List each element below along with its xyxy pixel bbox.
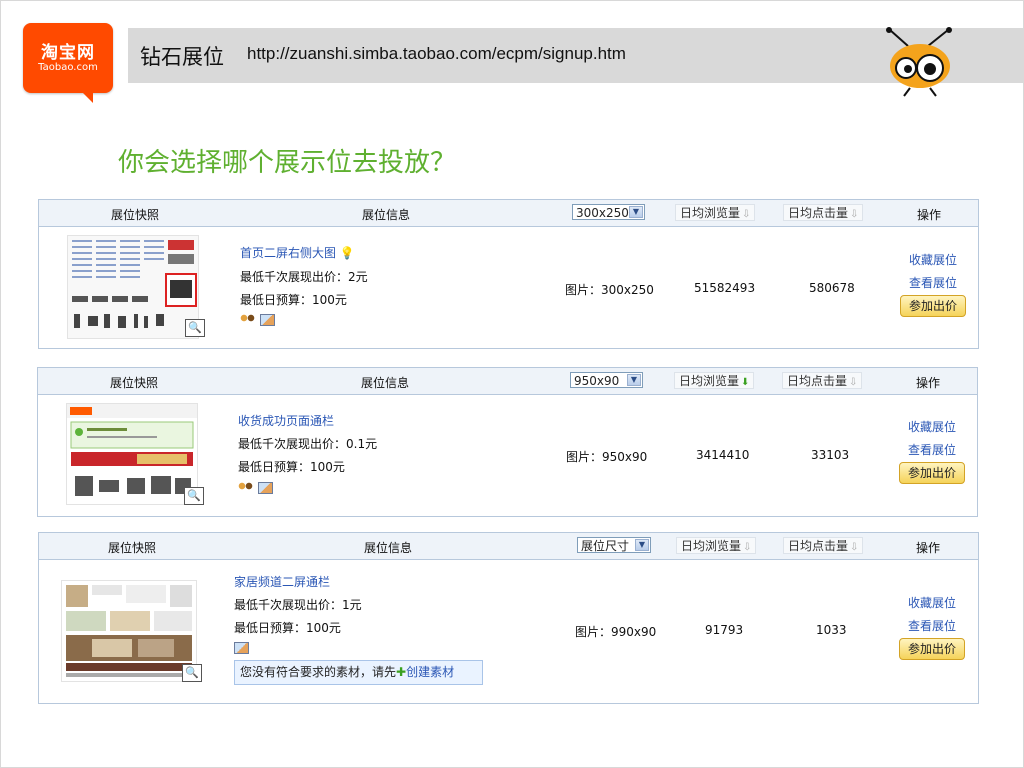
size-select[interactable]: 950x90 ▼ [570,372,643,388]
snapshot-image [67,404,197,504]
slot-title-link[interactable]: 家居频道二屏通栏 [234,573,330,590]
zoom-icon[interactable]: 🔍 [184,487,204,505]
panel-header: 展位快照 展位信息 展位尺寸 ▼ 日均浏览量 ⇩ 日均点击量 ⇩ 操作 [39,533,978,560]
hint-text: 您没有符合要求的素材，请先 [240,665,397,679]
people-icon[interactable] [240,313,255,326]
image-icon[interactable] [258,481,273,494]
favorite-slot-link[interactable]: 收藏展位 [908,418,956,435]
daily-clicks-value: 1033 [816,623,847,637]
min-cpm-text: 最低千次展现出价：1元 [234,598,362,612]
daily-views-value: 51582493 [694,281,756,295]
no-material-hint: 您没有符合要求的素材，请先✚创建素材 [234,660,483,685]
slot-panel-3: 展位快照 展位信息 展位尺寸 ▼ 日均浏览量 ⇩ 日均点击量 ⇩ 操作 🔍 家居… [38,532,979,704]
favorite-slot-link[interactable]: 收藏展位 [908,594,956,611]
sort-views-label: 日均浏览量 [681,539,742,553]
min-cpm-text: 最低千次展现出价：0.1元 [238,437,378,451]
arrow-down-icon: ⇩ [743,542,752,553]
daily-views-value: 3414410 [696,448,750,462]
slot-snapshot[interactable] [66,403,198,505]
image-size-text: 图片：300x250 [565,283,654,297]
size-select[interactable]: 300x250 ▼ [572,204,645,220]
sort-clicks-label: 日均点击量 [787,374,848,388]
lightbulb-icon: 💡 [339,246,355,260]
taobao-logo: 淘宝网 Taobao.com [23,23,113,103]
panel-header: 展位快照 展位信息 950x90 ▼ 日均浏览量 ⬇ 日均点击量 ⇩ 操作 [38,368,977,395]
col-snapshot: 展位快照 [110,376,159,390]
arrow-down-icon: ⇩ [850,209,859,220]
bid-button[interactable]: 参加出价 [900,295,966,317]
snapshot-image [62,581,196,681]
slot-title-link[interactable]: 收货成功页面通栏 [238,412,334,429]
sort-views-button[interactable]: 日均浏览量 ⬇ [674,372,755,389]
min-cpm-text: 最低千次展现出价：2元 [240,270,368,284]
col-snapshot: 展位快照 [108,541,157,555]
snapshot-image [68,236,198,338]
size-select-value: 展位尺寸 [581,539,630,553]
zoom-icon[interactable]: 🔍 [185,319,205,337]
chevron-down-icon: ▼ [635,539,649,551]
sort-clicks-button[interactable]: 日均点击量 ⇩ [782,372,863,389]
arrow-down-icon: ⬇ [741,377,750,388]
logo-en-text: Taobao.com [38,62,98,73]
favorite-slot-link[interactable]: 收藏展位 [909,251,957,268]
sort-clicks-button[interactable]: 日均点击量 ⇩ [783,537,864,554]
logo-cn-text: 淘宝网 [41,43,95,63]
slot-title-text: 首页二屏右侧大图 [240,246,337,260]
plus-icon: ✚ [396,665,407,679]
slot-snapshot[interactable] [61,580,197,682]
col-action: 操作 [916,376,941,390]
sort-views-label: 日均浏览量 [680,206,741,220]
image-icon[interactable] [260,313,275,326]
daily-clicks-value: 580678 [809,281,855,295]
size-select-value: 950x90 [574,374,620,388]
chevron-down-icon: ▼ [629,206,643,218]
view-slot-link[interactable]: 查看展位 [909,274,957,291]
page-url[interactable]: http://zuanshi.simba.taobao.com/ecpm/sig… [247,44,626,64]
question-heading: 你会选择哪个展示位去投放？ [118,148,457,178]
daily-budget-text: 最低日预算：100元 [240,293,347,307]
arrow-down-icon: ⇩ [849,377,858,388]
daily-budget-text: 最低日预算：100元 [238,460,345,474]
view-slot-link[interactable]: 查看展位 [908,617,956,634]
sort-clicks-button[interactable]: 日均点击量 ⇩ [783,204,864,221]
page-title: 钻石展位 [140,45,224,69]
slot-snapshot[interactable] [67,235,199,339]
image-icon[interactable] [234,641,249,654]
slot-panel-1: 展位快照 展位信息 300x250 ▼ 日均浏览量 ⇩ 日均点击量 ⇩ 操作 🔍… [38,199,979,349]
sort-clicks-label: 日均点击量 [788,206,849,220]
sort-views-label: 日均浏览量 [679,374,740,388]
sort-clicks-label: 日均点击量 [788,539,849,553]
view-slot-link[interactable]: 查看展位 [908,441,956,458]
size-select[interactable]: 展位尺寸 ▼ [577,537,651,553]
mini-icons [240,312,280,326]
bid-button[interactable]: 参加出价 [899,462,965,484]
col-snapshot: 展位快照 [111,208,160,222]
col-action: 操作 [916,541,941,555]
daily-budget-text: 最低日预算：100元 [234,621,341,635]
panel-header: 展位快照 展位信息 300x250 ▼ 日均浏览量 ⇩ 日均点击量 ⇩ 操作 [39,200,978,227]
chevron-down-icon: ▼ [627,374,641,386]
arrow-down-icon: ⇩ [742,209,751,220]
mini-icons [234,640,254,654]
people-icon[interactable] [238,481,253,494]
sort-views-button[interactable]: 日均浏览量 ⇩ [676,537,757,554]
col-info: 展位信息 [364,541,413,555]
daily-views-value: 91793 [705,623,744,637]
daily-clicks-value: 33103 [811,448,850,462]
mini-icons [238,480,278,494]
sort-views-button[interactable]: 日均浏览量 ⇩ [675,204,756,221]
col-info: 展位信息 [361,376,410,390]
slot-panel-2: 展位快照 展位信息 950x90 ▼ 日均浏览量⬇ 日均点击量⇩ 操作 🔍 [37,367,978,517]
image-size-text: 图片：950x90 [566,450,648,464]
zoom-icon[interactable]: 🔍 [182,664,202,682]
ant-mascot-icon [886,27,952,97]
size-select-value: 300x250 [576,206,629,220]
col-info: 展位信息 [362,208,411,222]
create-material-link[interactable]: 创建素材 [406,665,454,679]
col-action: 操作 [917,208,942,222]
image-size-text: 图片：990x90 [575,625,657,639]
slot-title-link[interactable]: 首页二屏右侧大图 💡 [240,244,355,261]
arrow-down-icon: ⇩ [850,542,859,553]
bid-button[interactable]: 参加出价 [899,638,965,660]
